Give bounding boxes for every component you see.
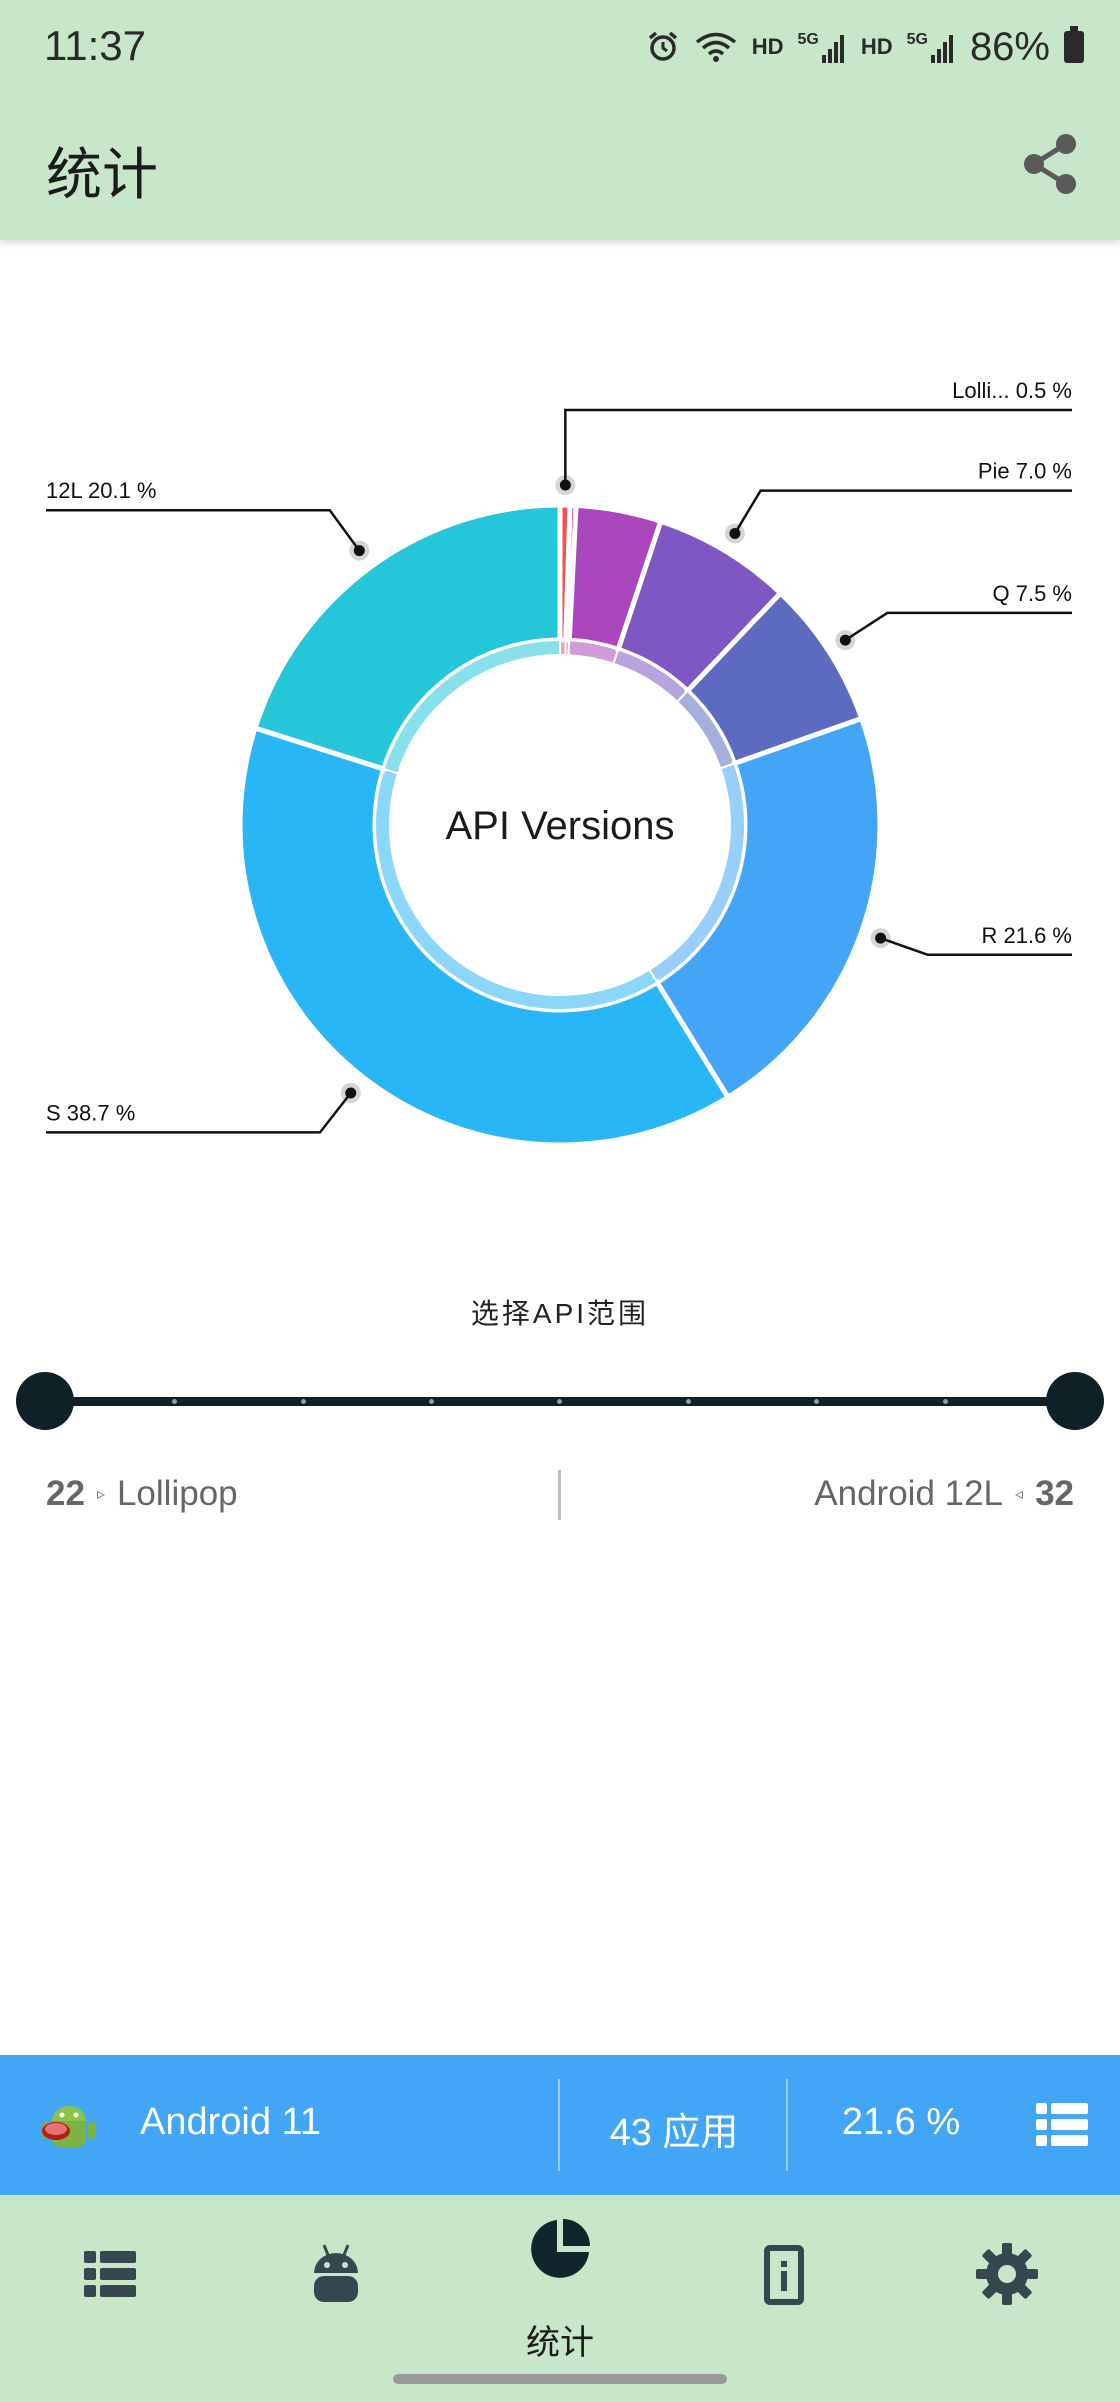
donut-chart: API Versions Lolli... 0.5 % Pie 7.0 % Q 7.5… xyxy=(46,378,1073,1148)
version-percent: 21.6 % xyxy=(841,2101,961,2143)
status-icons: HD 5G HD 5G 86% xyxy=(646,22,1084,72)
slider-tick xyxy=(943,1399,948,1404)
leader-line xyxy=(844,611,1072,642)
nav-item-list[interactable] xyxy=(0,2195,224,2375)
leader-line xyxy=(733,489,1072,535)
range-min-label: 22 ▹ Lollipop xyxy=(46,1474,238,1514)
page-title: 统计 xyxy=(46,143,158,206)
alarm-icon xyxy=(648,31,677,61)
slice-label: Lolli... 0.5 % xyxy=(952,378,1072,403)
api-versions-chart: API Versions Lolli... 0.5 % Pie 7.0 % Q 7.5… xyxy=(0,240,1120,1240)
slider-tick xyxy=(686,1399,691,1404)
slider-tick xyxy=(172,1399,177,1404)
hd-label-1: HD xyxy=(751,34,784,59)
gear-icon xyxy=(976,2243,1038,2305)
range-divider xyxy=(558,1470,561,1520)
range-max-name: Android 12L xyxy=(814,1474,1004,1513)
nav-item-android[interactable] xyxy=(224,2195,448,2375)
range-min-api: 22 xyxy=(46,1474,85,1513)
slice-label: 12L 20.1 % xyxy=(46,478,157,503)
list-icon xyxy=(84,2251,136,2297)
slice-label: Q 7.5 % xyxy=(993,581,1072,606)
battery-percent: 86% xyxy=(969,24,1050,69)
range-title: 选择API范围 xyxy=(470,1298,650,1329)
nav-item-settings[interactable] xyxy=(896,2195,1120,2375)
slider-thumb-min[interactable] xyxy=(16,1372,74,1430)
bottom-navigation: 统计 xyxy=(0,2195,1120,2402)
app-bar: 统计 xyxy=(0,92,1120,240)
device-info-icon xyxy=(764,2245,804,2305)
signal-icon-2 xyxy=(930,35,953,63)
nav-label-stats: 统计 xyxy=(526,2324,594,2362)
nav-item-stats[interactable]: 统计 xyxy=(448,2195,672,2375)
slice-label: S 38.7 % xyxy=(46,1100,135,1125)
pie-chart-icon xyxy=(531,2219,590,2278)
api-range-slider[interactable] xyxy=(16,1372,1104,1430)
list-icon[interactable] xyxy=(1036,2101,1088,2149)
hd-label-2: HD xyxy=(860,34,893,59)
network-label-2: 5G xyxy=(906,31,928,48)
slider-tick xyxy=(429,1399,434,1404)
selected-version-name: Android 11 xyxy=(140,2101,321,2143)
status-bar: 11:37 HD 5G HD 5G 86% xyxy=(0,0,1120,92)
status-time: 11:37 xyxy=(44,22,146,69)
android-mascot-icon xyxy=(42,2106,96,2147)
selected-version-bar[interactable]: Android 11 43 应用 21.6 % xyxy=(0,2055,1120,2195)
wifi-icon xyxy=(695,32,736,62)
range-max-label: Android 12L ◃ 32 xyxy=(814,1474,1074,1514)
share-button[interactable] xyxy=(1010,124,1090,204)
network-label-1: 5G xyxy=(797,31,819,48)
chart-center-label: API Versions xyxy=(445,804,674,848)
slice-label: Pie 7.0 % xyxy=(978,459,1072,484)
slice-label: R 21.6 % xyxy=(982,923,1073,948)
nav-item-device[interactable] xyxy=(672,2195,896,2375)
signal-icon-1 xyxy=(821,35,844,63)
leader-line xyxy=(46,508,361,552)
app-count: 43 应用 xyxy=(609,2112,739,2154)
slider-tick xyxy=(814,1399,819,1404)
slider-thumb-max[interactable] xyxy=(1046,1372,1104,1430)
range-max-api: 32 xyxy=(1035,1474,1074,1513)
slider-tick xyxy=(301,1399,306,1404)
slider-tick xyxy=(557,1399,562,1404)
range-min-name: Lollipop xyxy=(116,1474,238,1513)
battery-icon xyxy=(1064,26,1084,63)
share-icon xyxy=(1024,134,1076,194)
arrow-left-icon: ◃ xyxy=(1015,1486,1024,1503)
home-indicator xyxy=(393,2374,727,2384)
android-icon xyxy=(314,2244,358,2302)
arrow-right-icon: ▹ xyxy=(96,1486,105,1503)
